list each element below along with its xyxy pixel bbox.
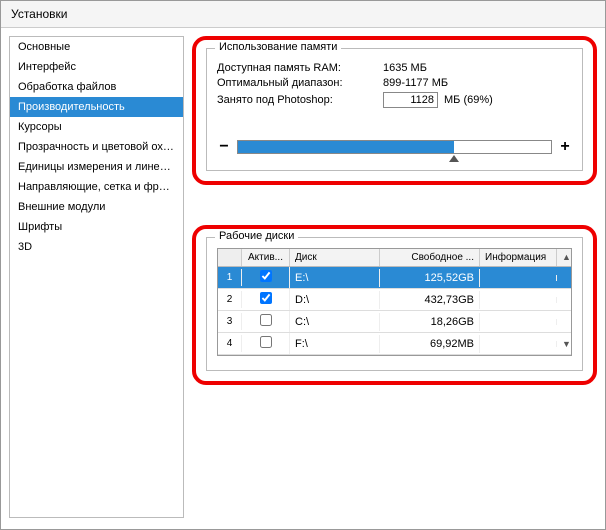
sidebar-item[interactable]: Шрифты [10, 217, 183, 237]
info-cell [480, 275, 557, 281]
memory-highlight: Использование памяти Доступная память RA… [192, 36, 597, 185]
slider-fill [238, 141, 454, 153]
photoshop-usage-unit: МБ (69%) [444, 94, 493, 106]
minus-icon[interactable]: − [217, 138, 231, 156]
disk-cell: C:\ [290, 313, 380, 331]
free-cell: 432,73GB [380, 291, 480, 309]
photoshop-usage-input[interactable] [383, 92, 438, 108]
sidebar-item[interactable]: Производительность [10, 97, 183, 117]
window-body: ОсновныеИнтерфейсОбработка файловПроизво… [1, 28, 605, 526]
row-index: 2 [218, 291, 242, 308]
free-cell: 125,52GB [380, 269, 480, 287]
free-cell: 18,26GB [380, 313, 480, 331]
col-info[interactable]: Информация [480, 249, 557, 266]
optimal-range-value: 899-1177 МБ [383, 77, 448, 89]
active-cell [242, 311, 290, 332]
photoshop-usage-label: Занято под Photoshop: [217, 94, 377, 106]
available-ram-label: Доступная память RAM: [217, 62, 377, 74]
window-title: Установки [1, 1, 605, 28]
memory-slider-row: − + [217, 138, 572, 156]
main-panel: Использование памяти Доступная память RA… [184, 28, 605, 526]
scratch-disks-fieldset: Рабочие диски Актив... Диск Свободное ..… [206, 237, 583, 371]
sidebar-item[interactable]: Обработка файлов [10, 77, 183, 97]
table-body: 1 E:\125,52GB 2 D:\432,73GB 3 C:\18,26GB 4 F:\6… [218, 267, 571, 355]
memory-fieldset: Использование памяти Доступная память RA… [206, 48, 583, 171]
plus-icon[interactable]: + [558, 138, 572, 156]
sidebar-item[interactable]: Прозрачность и цветовой охват [10, 137, 183, 157]
table-row[interactable]: 3 C:\18,26GB [218, 311, 571, 333]
sidebar-item[interactable]: Интерфейс [10, 57, 183, 77]
active-checkbox[interactable] [260, 270, 272, 282]
memory-legend: Использование памяти [215, 41, 341, 53]
table-row[interactable]: 2 D:\432,73GB [218, 289, 571, 311]
scroll-up-icon[interactable]: ▲ [557, 249, 571, 266]
active-cell [242, 267, 290, 288]
active-cell [242, 333, 290, 354]
col-disk[interactable]: Диск [290, 249, 380, 266]
memory-slider[interactable] [237, 140, 552, 154]
active-checkbox[interactable] [260, 292, 272, 304]
photoshop-usage-row: Занято под Photoshop: МБ (69%) [217, 92, 572, 108]
col-active[interactable]: Актив... [242, 249, 290, 266]
available-ram-value: 1635 МБ [383, 62, 427, 74]
info-cell [480, 341, 557, 347]
disk-cell: E:\ [290, 269, 380, 287]
scratch-disks-table: Актив... Диск Свободное ... Информация ▲… [217, 248, 572, 356]
sidebar-item[interactable]: Курсоры [10, 117, 183, 137]
row-index: 3 [218, 313, 242, 330]
table-row[interactable]: 4 F:\69,92MB ▼ [218, 333, 571, 355]
sidebar-item[interactable]: Направляющие, сетка и фрагменты [10, 177, 183, 197]
col-index [218, 249, 242, 266]
active-cell [242, 289, 290, 310]
optimal-range-label: Оптимальный диапазон: [217, 77, 377, 89]
free-cell: 69,92MB [380, 335, 480, 353]
sidebar-item[interactable]: Основные [10, 37, 183, 57]
disk-cell: F:\ [290, 335, 380, 353]
slider-thumb-icon[interactable] [449, 155, 459, 162]
active-checkbox[interactable] [260, 336, 272, 348]
info-cell [480, 319, 557, 325]
category-sidebar: ОсновныеИнтерфейсОбработка файловПроизво… [9, 36, 184, 518]
col-free[interactable]: Свободное ... [380, 249, 480, 266]
preferences-window: Установки ОсновныеИнтерфейсОбработка фай… [0, 0, 606, 530]
sidebar-item[interactable]: 3D [10, 237, 183, 257]
disks-highlight: Рабочие диски Актив... Диск Свободное ..… [192, 225, 597, 385]
available-ram-row: Доступная память RAM: 1635 МБ [217, 62, 572, 74]
scroll-down-icon[interactable]: ▼ [557, 336, 571, 352]
table-header: Актив... Диск Свободное ... Информация ▲ [218, 249, 571, 267]
info-cell [480, 297, 557, 303]
disk-cell: D:\ [290, 291, 380, 309]
sidebar-item[interactable]: Единицы измерения и линейки [10, 157, 183, 177]
sidebar-item[interactable]: Внешние модули [10, 197, 183, 217]
row-index: 4 [218, 335, 242, 352]
optimal-range-row: Оптимальный диапазон: 899-1177 МБ [217, 77, 572, 89]
row-index: 1 [218, 269, 242, 286]
table-row[interactable]: 1 E:\125,52GB [218, 267, 571, 289]
scratch-disks-legend: Рабочие диски [215, 230, 298, 242]
active-checkbox[interactable] [260, 314, 272, 326]
